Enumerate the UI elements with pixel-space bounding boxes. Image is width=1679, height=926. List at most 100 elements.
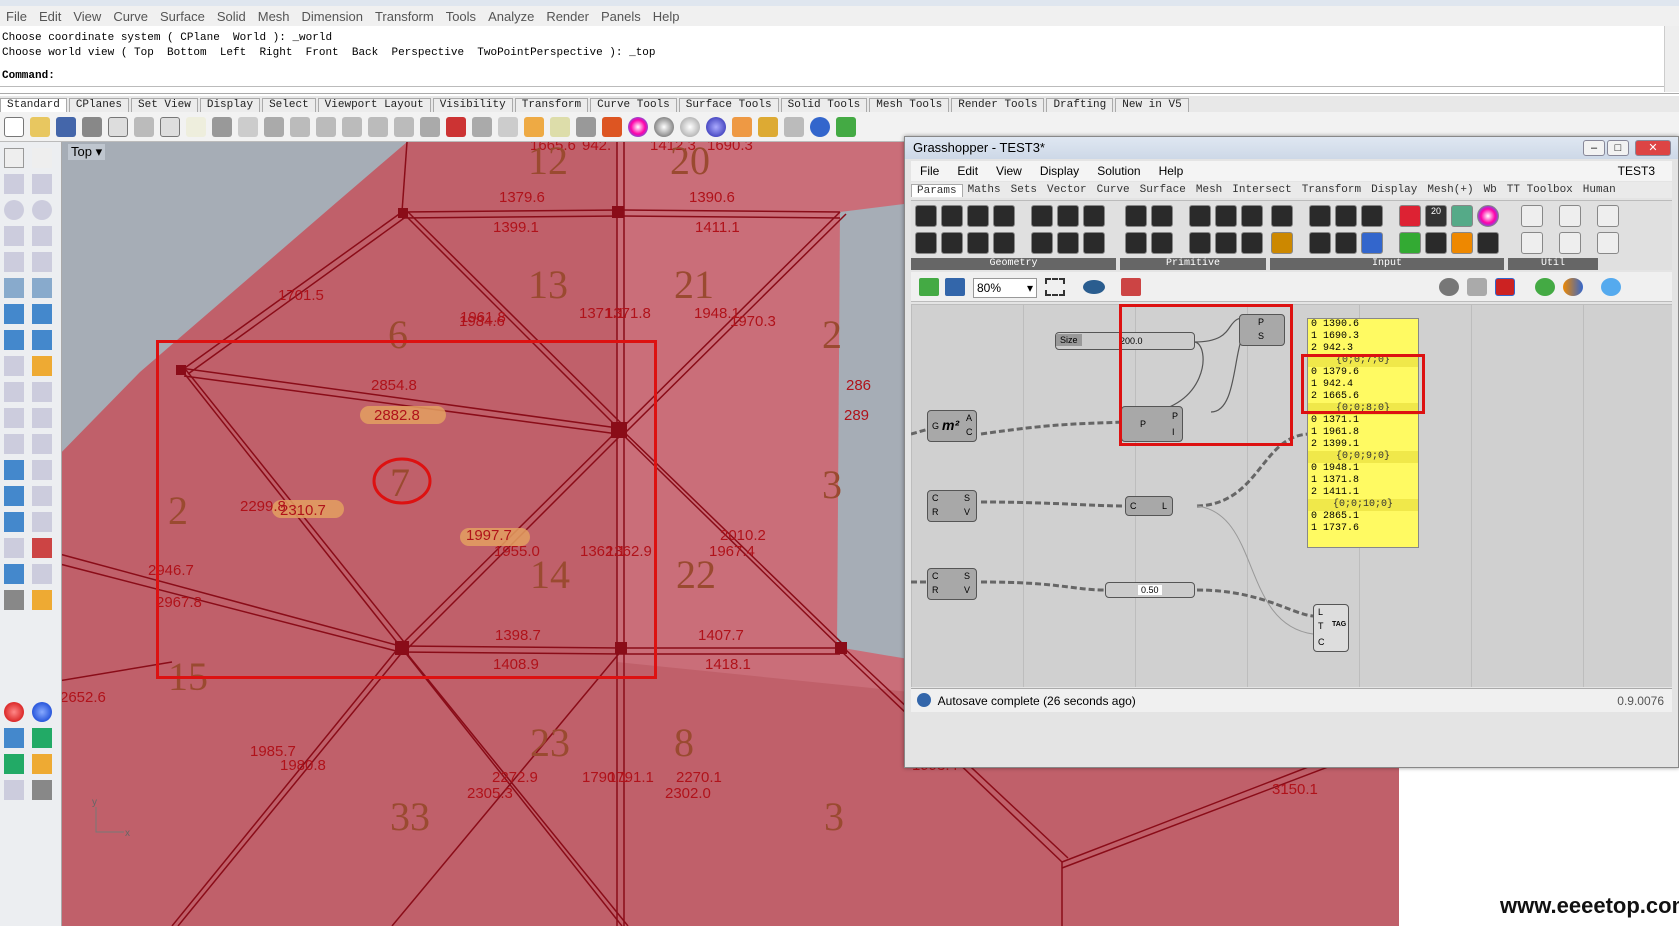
pointer-icon[interactable] xyxy=(4,148,24,168)
eye-icon[interactable] xyxy=(1083,280,1105,294)
gh-tab-vector[interactable]: Vector xyxy=(1042,184,1092,196)
lock-icon[interactable] xyxy=(576,117,596,137)
input-clock-icon[interactable] xyxy=(1425,232,1447,254)
split-icon[interactable] xyxy=(32,382,52,402)
fillet-icon[interactable] xyxy=(32,252,52,272)
command-prompt[interactable]: Command: xyxy=(2,70,55,82)
param-rectangle-icon[interactable] xyxy=(993,232,1015,254)
vertex[interactable] xyxy=(398,208,408,218)
param-guid-icon[interactable] xyxy=(1241,232,1263,254)
reverse-component-1[interactable]: C R S V xyxy=(927,490,977,522)
box-icon[interactable] xyxy=(4,304,24,324)
util-arrow-icon[interactable] xyxy=(1559,205,1581,227)
tab-standard[interactable]: Standard xyxy=(0,98,67,112)
tab-transform[interactable]: Transform xyxy=(514,98,589,112)
analyze-icon[interactable] xyxy=(32,538,52,558)
gh-titlebar[interactable]: Grasshopper - TEST3* – □ ✕ xyxy=(905,137,1678,159)
vertex[interactable] xyxy=(176,365,186,375)
cplane-icon[interactable] xyxy=(32,590,52,610)
util-flask-icon[interactable] xyxy=(1597,232,1619,254)
point-icon[interactable] xyxy=(32,148,52,168)
sphere-preview-icon[interactable] xyxy=(1601,278,1621,296)
util-arrow-outline-icon[interactable] xyxy=(1559,232,1581,254)
hatch-icon[interactable] xyxy=(32,512,52,532)
chevron-down-icon[interactable]: ▾ xyxy=(96,144,103,159)
output-panel[interactable]: 0 1390.6 1 1690.3 2 942.3 {0;0;7;0} 0 13… xyxy=(1307,318,1419,548)
input-graph-icon[interactable] xyxy=(1271,232,1293,254)
tab-cplanes[interactable]: CPlanes xyxy=(68,98,130,112)
undo-icon[interactable] xyxy=(212,117,232,137)
input-calendar-icon[interactable]: 20 xyxy=(1425,205,1447,227)
menu-edit[interactable]: Edit xyxy=(33,9,67,24)
vertex[interactable] xyxy=(611,422,627,438)
viewport-layout-icon[interactable] xyxy=(420,117,440,137)
zoom-window-icon[interactable] xyxy=(316,117,336,137)
zoom-selected-icon[interactable] xyxy=(368,117,388,137)
tab-mesh-tools[interactable]: Mesh Tools xyxy=(869,98,950,112)
minimize-button[interactable]: – xyxy=(1583,140,1605,156)
menu-analyze[interactable]: Analyze xyxy=(482,9,540,24)
preview-off-icon[interactable] xyxy=(1467,278,1487,296)
grasshopper-icon[interactable] xyxy=(836,117,856,137)
slider-size[interactable]: Size 200.0 xyxy=(1055,332,1195,350)
menu-solid[interactable]: Solid xyxy=(211,9,252,24)
menu-help[interactable]: Help xyxy=(647,9,686,24)
param-domain-icon[interactable] xyxy=(1241,205,1263,227)
boolean-icon[interactable] xyxy=(32,304,52,324)
menu-render[interactable]: Render xyxy=(540,9,595,24)
gh-menu-solution[interactable]: Solution xyxy=(1088,164,1149,178)
tab-viewport-layout[interactable]: Viewport Layout xyxy=(317,98,431,112)
block-icon[interactable] xyxy=(4,512,24,532)
gh-tab-intersect[interactable]: Intersect xyxy=(1227,184,1296,196)
material-sphere-icon[interactable] xyxy=(32,702,52,722)
input-color-icon[interactable] xyxy=(1451,205,1473,227)
preview-shaded-icon[interactable] xyxy=(1495,278,1515,296)
save-icon[interactable] xyxy=(56,117,76,137)
layer-icon[interactable] xyxy=(602,117,622,137)
undo-view-icon[interactable] xyxy=(394,117,414,137)
group-input[interactable]: Input xyxy=(1270,258,1504,270)
group-geometry[interactable]: Geometry xyxy=(911,258,1116,270)
param-curve-icon[interactable] xyxy=(993,205,1015,227)
import-icon[interactable] xyxy=(108,117,128,137)
group-icon[interactable] xyxy=(4,408,24,428)
paste-icon[interactable] xyxy=(186,117,206,137)
save-file-icon[interactable] xyxy=(945,278,965,296)
param-digit-icon[interactable] xyxy=(1125,232,1147,254)
gh-tab-curve[interactable]: Curve xyxy=(1092,184,1135,196)
polygon-icon[interactable] xyxy=(4,252,24,272)
param-mesh-icon[interactable] xyxy=(1057,232,1079,254)
tab-curve-tools[interactable]: Curve Tools xyxy=(590,98,677,112)
gh-menu-display[interactable]: Display xyxy=(1031,164,1088,178)
car-icon[interactable] xyxy=(446,117,466,137)
gh-menu-view[interactable]: View xyxy=(987,164,1031,178)
material-icon[interactable] xyxy=(706,117,726,137)
gh-tab-wb[interactable]: Wb xyxy=(1479,184,1502,196)
maximize-button[interactable]: □ xyxy=(1607,140,1629,156)
gh-tab-mesh-plus[interactable]: Mesh(+) xyxy=(1422,184,1478,196)
param-brep-icon[interactable] xyxy=(1057,205,1079,227)
param-shader-icon[interactable] xyxy=(1215,205,1237,227)
preview-wire-icon[interactable] xyxy=(1439,278,1459,296)
color-wheel-icon[interactable] xyxy=(628,117,648,137)
tab-new-in-v5[interactable]: New in V5 xyxy=(1115,98,1189,112)
gh-tab-tt-toolbox[interactable]: TT Toolbox xyxy=(1502,184,1578,196)
gh-canvas[interactable]: Size 200.0 P S P P I G m² A C C R S V C … xyxy=(911,304,1672,687)
param-box-icon[interactable] xyxy=(1031,205,1053,227)
param-surface-icon[interactable] xyxy=(1031,232,1053,254)
input-import-icon[interactable] xyxy=(1271,205,1293,227)
input-panel-icon[interactable] xyxy=(1361,205,1383,227)
tab-display[interactable]: Display xyxy=(199,98,261,112)
input-slider-icon[interactable] xyxy=(1309,205,1331,227)
pan-icon[interactable] xyxy=(238,117,258,137)
gh-tab-params[interactable]: Params xyxy=(911,183,963,197)
light-icon[interactable] xyxy=(550,117,570,137)
gh-menu-file[interactable]: File xyxy=(911,164,948,178)
surface-icon[interactable] xyxy=(4,278,24,298)
extrude-icon[interactable] xyxy=(4,564,24,584)
param-vector-icon[interactable] xyxy=(915,232,937,254)
explode-icon[interactable] xyxy=(32,356,52,376)
tab-visibility[interactable]: Visibility xyxy=(432,98,513,112)
curve-from-object-icon[interactable] xyxy=(4,434,24,454)
tab-select[interactable]: Select xyxy=(262,98,316,112)
